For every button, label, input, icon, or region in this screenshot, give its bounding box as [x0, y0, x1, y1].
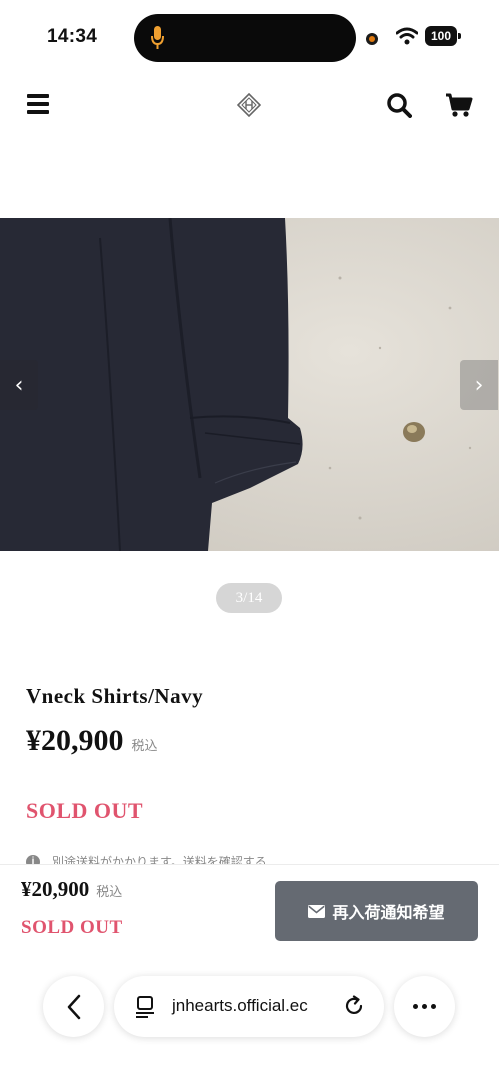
site-header	[0, 74, 499, 138]
restock-notify-button[interactable]: 再入荷通知希望	[275, 881, 478, 941]
product-title: Vneck Shirts/Navy	[26, 684, 204, 708]
sticky-price: ¥20,900	[21, 877, 90, 901]
product-image-gallery[interactable]: ‹ ›	[0, 218, 499, 551]
brand-logo-icon[interactable]	[237, 93, 261, 117]
sticky-tax-label: 税込	[96, 885, 123, 900]
sticky-sold-out-label: SOLD OUT	[21, 917, 123, 938]
chevron-left-icon	[67, 994, 80, 1019]
product-photo	[0, 218, 499, 551]
page-menu-icon	[136, 996, 154, 1018]
status-bar: 14:34 100	[0, 0, 499, 74]
sold-out-label: SOLD OUT	[26, 798, 144, 823]
microphone-icon	[151, 26, 164, 49]
image-counter: 3/14	[216, 583, 282, 613]
mail-icon	[308, 904, 326, 918]
info-icon: i	[26, 855, 40, 864]
battery-indicator: 100	[425, 26, 461, 46]
gallery-prev-button[interactable]: ‹	[0, 360, 38, 410]
shipping-note-text: 別途送料がかかります。送料を確認する	[52, 855, 267, 864]
status-time: 14:34	[47, 26, 98, 47]
restock-notify-label: 再入荷通知希望	[332, 903, 445, 922]
chevron-right-icon: ›	[474, 372, 484, 398]
more-options-button[interactable]	[394, 976, 455, 1037]
hamburger-icon[interactable]	[27, 94, 49, 114]
product-price-row: ¥20,900 税込	[26, 724, 158, 758]
address-bar[interactable]: jnhearts.official.ec	[114, 976, 384, 1037]
wifi-icon	[396, 27, 418, 45]
search-icon[interactable]	[386, 92, 412, 118]
url-text: jnhearts.official.ec	[172, 996, 308, 1015]
sticky-purchase-bar: ¥20,900 税込 SOLD OUT 再入荷通知希望	[0, 864, 499, 1080]
dynamic-island	[134, 14, 356, 62]
sticky-price-row: ¥20,900 税込	[21, 877, 122, 902]
gallery-next-button[interactable]: ›	[460, 360, 498, 410]
camera-indicator-icon	[366, 33, 378, 45]
tax-label: 税込	[131, 739, 158, 754]
reload-icon[interactable]	[343, 995, 365, 1017]
chevron-left-icon: ‹	[14, 372, 24, 398]
product-price: ¥20,900	[26, 724, 124, 757]
browser-back-button[interactable]	[43, 976, 104, 1037]
shipping-note[interactable]: i 別途送料がかかります。送料を確認する	[26, 852, 267, 864]
cart-icon[interactable]	[445, 92, 473, 118]
ellipsis-icon	[413, 1004, 436, 1009]
